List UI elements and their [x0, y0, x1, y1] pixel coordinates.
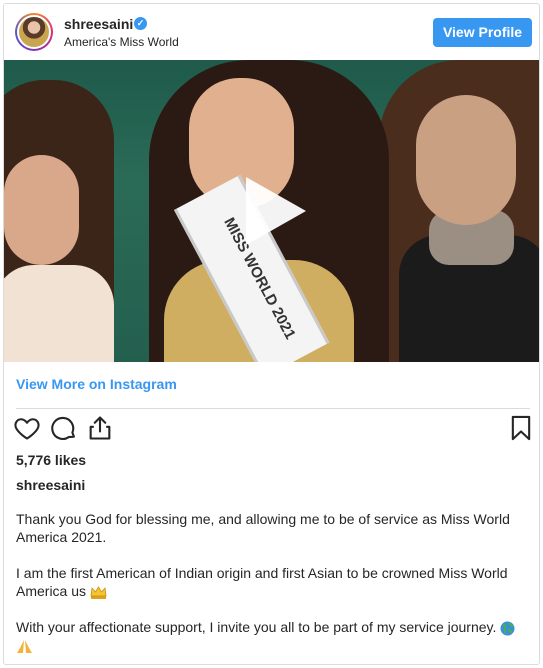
person-right-face — [416, 95, 516, 225]
divider — [16, 408, 530, 409]
instagram-embed-card: shreesaini ✓ America's Miss World View P… — [3, 3, 540, 665]
person-left-body — [4, 265, 114, 362]
profile-subtitle: America's Miss World — [64, 35, 179, 49]
crown-emoji-icon — [90, 586, 107, 599]
globe-emoji-icon — [500, 621, 515, 636]
avatar[interactable] — [15, 13, 53, 51]
caption-username[interactable]: shreesaini — [16, 477, 85, 493]
video-thumbnail[interactable]: MISS WORLD 2021 — [4, 60, 539, 362]
pray-emoji-icon — [17, 639, 32, 653]
like-count: 5,776 likes — [16, 452, 87, 468]
username-link[interactable]: shreesaini — [64, 16, 133, 32]
verified-badge-icon: ✓ — [134, 17, 147, 30]
post-header: shreesaini ✓ America's Miss World View P… — [4, 4, 539, 60]
caption-paragraph-3-text: With your affectionate support, I invite… — [16, 619, 497, 635]
bookmark-icon[interactable] — [507, 414, 535, 442]
heart-icon[interactable] — [13, 414, 41, 442]
comment-icon[interactable] — [50, 414, 78, 442]
caption-paragraph-3: With your affectionate support, I invite… — [16, 618, 528, 654]
caption-paragraph-1: Thank you God for blessing me, and allow… — [16, 511, 510, 545]
person-left-face — [4, 155, 79, 265]
view-more-link[interactable]: View More on Instagram — [16, 376, 177, 392]
share-icon[interactable] — [86, 414, 114, 442]
play-icon[interactable] — [246, 177, 306, 245]
view-profile-button[interactable]: View Profile — [433, 18, 532, 47]
caption-paragraph-2: I am the first American of Indian origin… — [16, 564, 528, 600]
avatar-image — [17, 15, 51, 49]
